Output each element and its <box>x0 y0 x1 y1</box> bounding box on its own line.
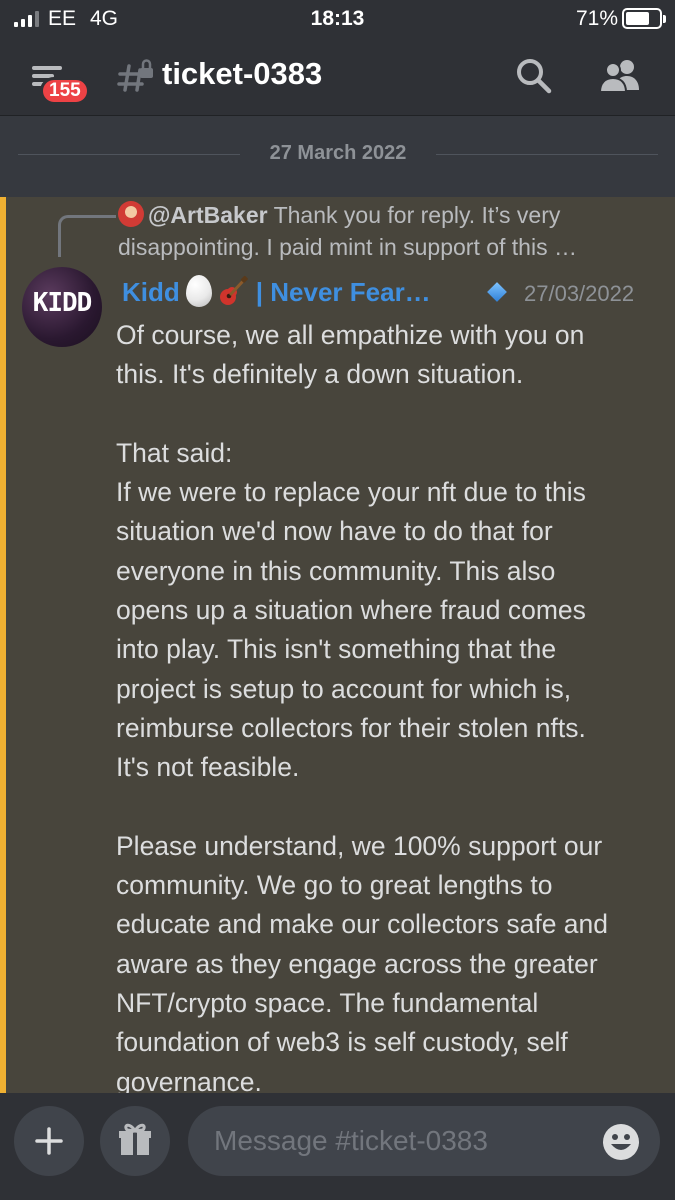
message-line: situation we'd now have to do that for <box>116 516 553 547</box>
message-line: into play. This isn't something that the <box>116 634 557 665</box>
channel-header: 155 ticket-0383 <box>0 40 675 116</box>
message-line: this. It's definitely a down situation. <box>116 359 524 390</box>
message-blank-line <box>116 788 661 827</box>
avatar-text: KIDD <box>32 288 93 318</box>
message-line: educate and make our collectors safe and <box>116 909 609 940</box>
message-line: If we were to replace your nft due to th… <box>116 477 586 508</box>
guitar-icon <box>219 275 248 305</box>
status-bar: EE 4G 18:13 71% <box>0 0 675 40</box>
locked-channel-icon <box>117 59 153 92</box>
date-divider: 27 March 2022 <box>18 140 658 168</box>
message-header: Kidd | Never Fear… 27/03/2022 <box>116 275 666 311</box>
message-item[interactable]: @ArtBaker Thank you for reply. It’s very … <box>0 197 675 1097</box>
unread-badge: 155 <box>40 77 90 105</box>
gift-button[interactable] <box>100 1106 170 1176</box>
channel-title: ticket-0383 <box>162 56 323 91</box>
reply-preview[interactable]: @ArtBaker Thank you for reply. It’s very … <box>118 199 658 271</box>
author-name-start: Kidd <box>122 277 180 307</box>
message-input[interactable] <box>188 1106 660 1176</box>
message-line: foundation of web3 is self custody, self <box>116 1027 568 1058</box>
message-composer <box>0 1093 675 1200</box>
diamond-icon <box>487 282 507 302</box>
members-icon[interactable] <box>598 56 644 96</box>
message-timestamp: 27/03/2022 <box>524 281 635 306</box>
egg-icon <box>185 275 212 307</box>
message-line: aware as they engage across the greater <box>116 948 598 979</box>
author-name-end: | Never Fear… <box>255 277 431 307</box>
message-blank-line <box>116 395 661 434</box>
reply-author: @ArtBaker <box>148 202 268 228</box>
emoji-icon[interactable] <box>602 1123 640 1161</box>
message-line: That said: <box>116 437 233 468</box>
message-content: Of course, we all empathize with you on t… <box>116 316 661 1102</box>
avatar[interactable]: KIDD <box>22 267 102 347</box>
message-line: reimburse collectors for their stolen nf… <box>116 712 586 743</box>
reply-connector <box>58 215 116 257</box>
add-attachment-button[interactable] <box>14 1106 84 1176</box>
message-line: opens up a situation where fraud comes <box>116 595 586 626</box>
battery-icon <box>622 8 666 29</box>
search-icon[interactable] <box>514 56 554 96</box>
author-name[interactable]: Kidd | Never Fear… <box>122 275 431 308</box>
gift-icon <box>119 1123 151 1155</box>
message-line: project is setup to account for which is… <box>116 673 572 704</box>
reply-avatar <box>118 201 144 227</box>
message-line: everyone in this community. This also <box>116 555 556 586</box>
battery-percent: 71% <box>576 7 619 30</box>
message-line: NFT/crypto space. The fundamental <box>116 988 539 1019</box>
message-line: Of course, we all empathize with you on <box>116 320 585 350</box>
message-line: It's not feasible. <box>116 752 300 783</box>
plus-icon <box>35 1127 63 1155</box>
status-time: 18:13 <box>310 7 365 30</box>
message-line: community. We go to great lengths to <box>116 870 553 901</box>
message-line: Please understand, we 100% support our <box>116 830 603 861</box>
